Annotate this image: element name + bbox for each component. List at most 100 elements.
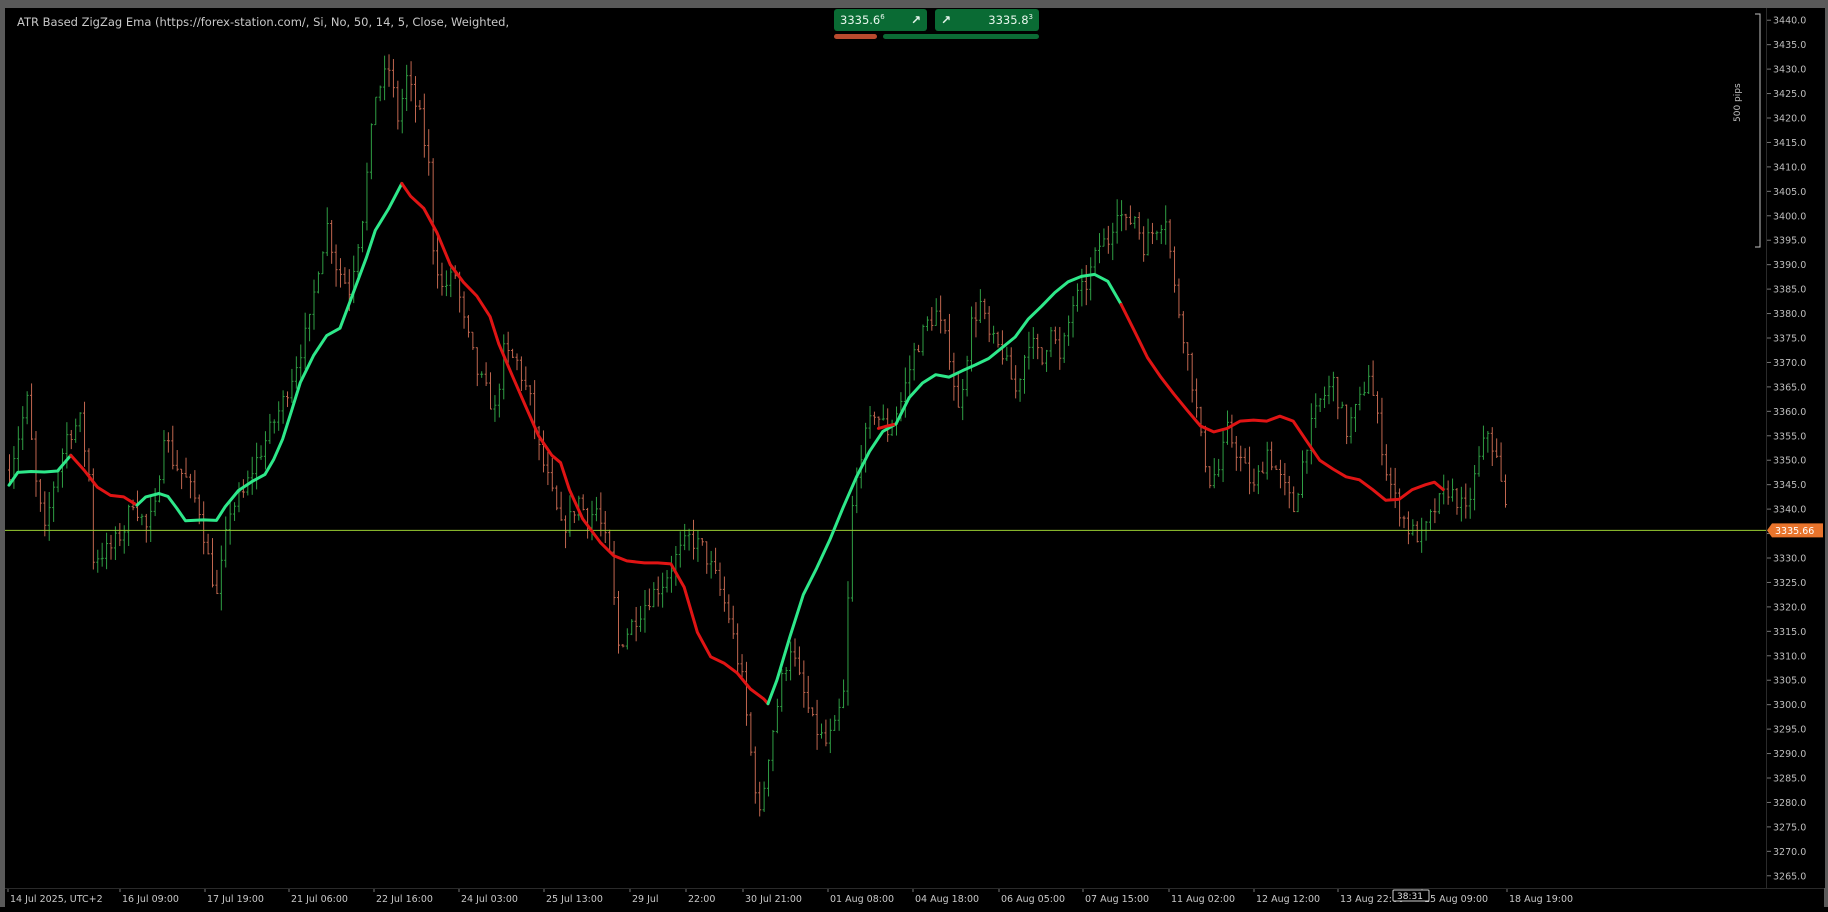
candle (1217, 458, 1221, 477)
candle (1027, 331, 1031, 370)
quick-trade-sell-button[interactable]: 3335.66 ↗ (834, 9, 927, 31)
candle (1128, 205, 1132, 225)
candle (970, 306, 974, 372)
candle (1031, 327, 1035, 360)
candle (811, 707, 815, 717)
candle (286, 391, 290, 408)
candle (1323, 386, 1327, 409)
candle (1490, 427, 1494, 466)
time-tick-label: 11 Aug 02:00 (1171, 894, 1235, 905)
candle (780, 668, 784, 712)
candle (987, 306, 991, 343)
candle (1102, 228, 1106, 247)
candle (383, 55, 387, 101)
candle (1437, 493, 1441, 515)
candle (1420, 517, 1424, 553)
candle (471, 331, 475, 350)
candle (184, 457, 188, 478)
candle (837, 698, 841, 731)
candle (413, 76, 417, 123)
indicator-title: ATR Based ZigZag Ema (https://forex-stat… (17, 15, 510, 29)
candle (550, 457, 554, 492)
candle (1230, 414, 1234, 448)
candle (961, 378, 965, 421)
sell-price-label: 3335.66 (840, 13, 885, 27)
candle (206, 533, 210, 555)
candle (1208, 466, 1212, 489)
candle (546, 451, 550, 486)
candle (1473, 465, 1477, 511)
candlestick-series (8, 54, 1507, 817)
price-tick-label: 3435.0 (1773, 40, 1806, 51)
candle (308, 313, 312, 342)
current-price-tag: 3335.66 (1767, 523, 1823, 538)
candle (833, 715, 837, 731)
candle (1486, 430, 1490, 453)
chart-area[interactable] (5, 8, 1766, 888)
candle (1459, 486, 1463, 522)
candle (16, 426, 20, 472)
price-tick-label: 3420.0 (1773, 114, 1806, 125)
candle (1115, 199, 1119, 244)
time-tick-label: 22 Jul 16:00 (376, 894, 433, 905)
candle (1248, 446, 1252, 495)
time-axis[interactable]: 14 Jul 2025, UTC+2 16 Jul 09:00 17 Jul 19:… (5, 888, 1824, 908)
candle (612, 541, 616, 605)
candle (511, 348, 515, 359)
candle (506, 331, 510, 364)
candle (78, 412, 82, 433)
candle (965, 355, 969, 397)
candle (630, 619, 634, 636)
candle (647, 588, 651, 611)
candle (1270, 441, 1274, 471)
candle (1451, 478, 1455, 502)
candle (846, 581, 850, 706)
candle (744, 661, 748, 726)
price-tick-label: 3410.0 (1773, 162, 1806, 173)
candle (881, 404, 885, 421)
price-tick-label: 3415.0 (1773, 138, 1806, 149)
candle (1062, 332, 1066, 363)
price-axis[interactable]: 3440.0 3435.0 3430.0 3425.0 3420.0 3415.0 3410… (1766, 8, 1825, 888)
candle (400, 88, 404, 134)
candle (502, 334, 506, 400)
time-axis-labels: 14 Jul 2025, UTC+2 16 Jul 09:00 17 Jul 19:… (7, 889, 1573, 905)
candle (175, 450, 179, 472)
candle (842, 679, 846, 709)
candle (1053, 326, 1057, 345)
candle (374, 96, 378, 126)
candle (330, 220, 334, 264)
candle (1018, 378, 1022, 402)
candle (564, 515, 568, 549)
candle (47, 491, 51, 541)
quick-trade-buy-button[interactable]: ↗ 3335.83 (935, 9, 1039, 31)
price-tick-label: 3300.0 (1773, 700, 1806, 711)
candle (1146, 218, 1150, 256)
candle (661, 572, 665, 608)
candle (1464, 483, 1468, 519)
candle (1468, 487, 1472, 519)
candle (793, 638, 797, 667)
candle (678, 531, 682, 568)
ema-segment-down (400, 182, 770, 706)
candle (1221, 430, 1225, 483)
candle (1093, 247, 1097, 276)
candle (581, 494, 585, 511)
candle (34, 431, 38, 497)
price-tick-label: 3365.0 (1773, 382, 1806, 393)
candle (559, 491, 563, 521)
candle (96, 549, 100, 573)
candle (850, 495, 854, 602)
candle (1261, 461, 1265, 474)
candle (1367, 364, 1371, 395)
price-tick-label: 3330.0 (1773, 554, 1806, 565)
candle (731, 605, 735, 639)
price-chart-canvas[interactable] (5, 8, 1766, 888)
price-tick-label: 3355.0 (1773, 431, 1806, 442)
candle (775, 698, 779, 734)
time-tick-label: 29 Jul (632, 894, 659, 905)
candle (1274, 465, 1278, 470)
candle (1278, 459, 1282, 489)
candle (325, 207, 329, 257)
candle (700, 538, 704, 546)
